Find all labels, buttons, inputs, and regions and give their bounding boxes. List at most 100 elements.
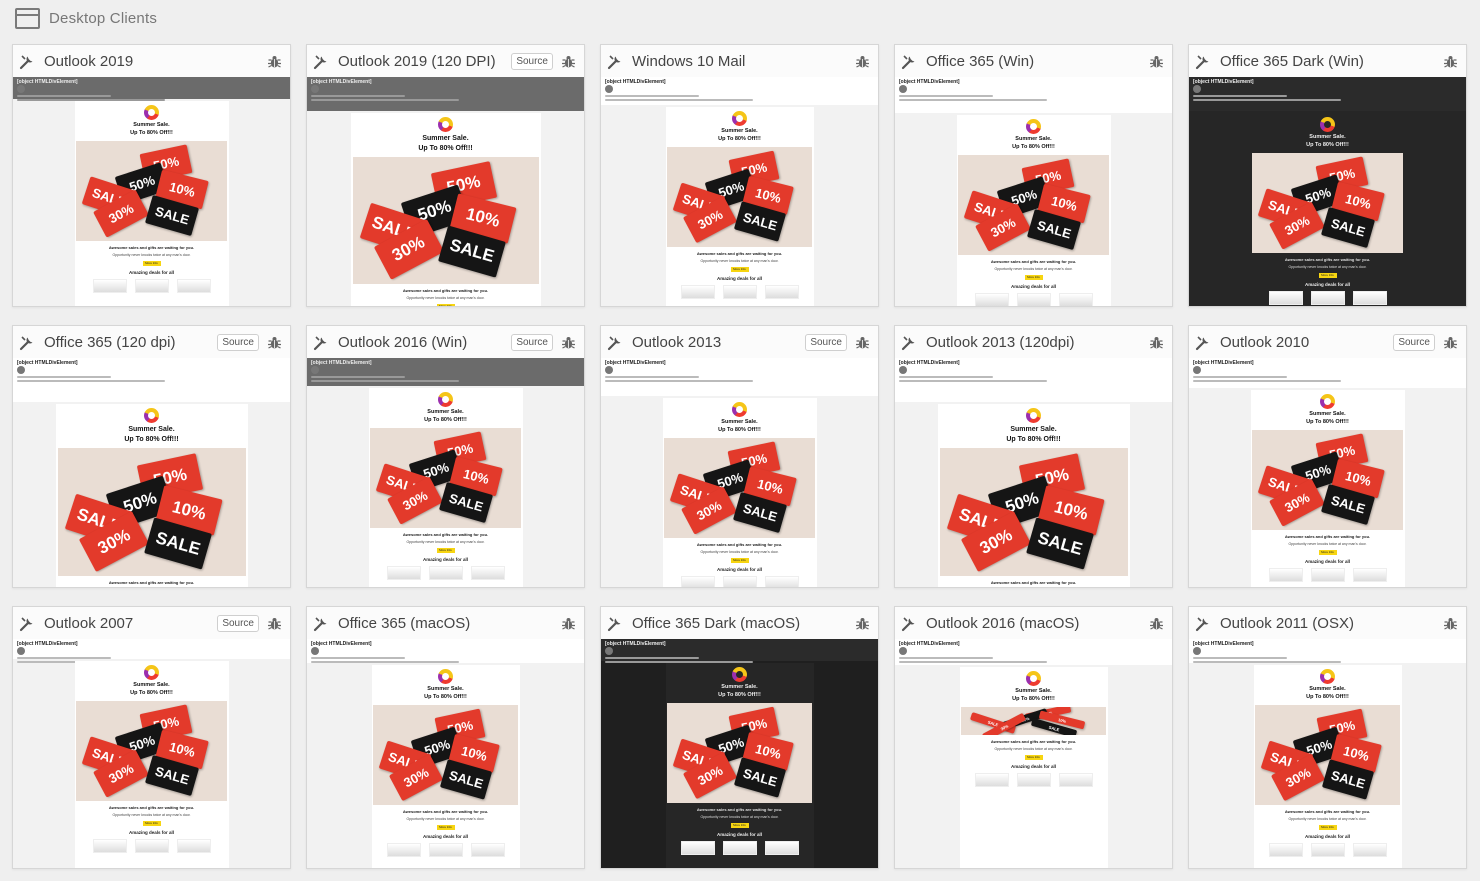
client-card[interactable]: Office 365 Dark (macOS) [object HTMLDivEl…: [600, 606, 879, 869]
tools-icon[interactable]: [901, 615, 918, 632]
tools-icon[interactable]: [313, 615, 330, 632]
client-card[interactable]: Outlook 2019 (120 DPI) Source [object HTML…: [306, 44, 585, 307]
deals-heading: Amazing deals for all: [1010, 763, 1056, 769]
email-preview[interactable]: [object HTMLDivElement] Summer Sale. Up To…: [307, 77, 584, 306]
bug-report-icon[interactable]: [1149, 335, 1164, 350]
email-preview[interactable]: [object HTMLDivElement] Summer Sale. Up To…: [13, 77, 290, 306]
more-info-button[interactable]: More Info: [1024, 274, 1043, 280]
client-card[interactable]: Outlook 2013 (120dpi) [object HTMLDivElem…: [894, 325, 1173, 588]
client-card[interactable]: Outlook 2019 [object HTMLDivElement] Summe…: [12, 44, 291, 307]
more-info-button[interactable]: More Info: [1024, 754, 1043, 760]
tools-icon[interactable]: [313, 334, 330, 351]
bug-report-icon[interactable]: [561, 616, 576, 631]
card-header: Outlook 2010 Source: [1189, 326, 1466, 358]
tools-icon[interactable]: [901, 53, 918, 70]
headline: Summer Sale.: [1309, 686, 1346, 692]
bug-report-icon[interactable]: [561, 335, 576, 350]
bug-report-icon[interactable]: [1149, 54, 1164, 69]
source-button[interactable]: Source: [217, 333, 259, 351]
tools-icon[interactable]: [607, 334, 624, 351]
bug-report-icon[interactable]: [267, 335, 282, 350]
more-info-button[interactable]: More Info: [730, 822, 749, 828]
client-card[interactable]: Office 365 (120 dpi) Source [object HTMLDi…: [12, 325, 291, 588]
source-button[interactable]: Source: [511, 52, 553, 70]
bug-report-icon[interactable]: [1443, 335, 1458, 350]
more-info-button[interactable]: More Info: [436, 304, 455, 306]
tagline: Awesome sales and gifts are waiting for …: [402, 808, 489, 814]
bug-report-icon[interactable]: [1149, 616, 1164, 631]
email-preview[interactable]: [object HTMLDivElement] Summer Sale. Up To…: [1189, 639, 1466, 868]
email-preview[interactable]: [object HTMLDivElement] Summer Sale. Up To…: [601, 639, 878, 868]
bug-report-icon[interactable]: [855, 335, 870, 350]
client-card[interactable]: Outlook 2007 Source [object HTMLDivElement…: [12, 606, 291, 869]
offer: Up To 80% Off!!!: [130, 689, 173, 696]
email-preview[interactable]: [object HTMLDivElement] Summer Sale. Up To…: [13, 358, 290, 587]
subline: Opportunity never knocks twice at any ma…: [112, 252, 191, 257]
email-preview[interactable]: [object HTMLDivElement] Summer Sale. Up To…: [895, 77, 1172, 306]
source-button[interactable]: Source: [217, 614, 259, 632]
more-info-button[interactable]: More Info: [1318, 549, 1337, 555]
more-info-button[interactable]: More Info: [142, 820, 161, 826]
more-info-button[interactable]: More Info: [1318, 824, 1337, 830]
bug-report-icon[interactable]: [267, 54, 282, 69]
more-info-button[interactable]: More Info: [1318, 272, 1337, 278]
email-preview[interactable]: [object HTMLDivElement] Summer Sale. Up To…: [13, 639, 290, 868]
client-card[interactable]: Outlook 2013 Source [object HTMLDivElement…: [600, 325, 879, 588]
tools-icon[interactable]: [607, 615, 624, 632]
email-preview[interactable]: [object HTMLDivElement] Summer Sale. Up To…: [1189, 358, 1466, 587]
offer: Up To 80% Off!!!: [424, 416, 467, 423]
card-header: Office 365 (Win): [895, 45, 1172, 77]
client-card[interactable]: Office 365 Dark (Win) [object HTMLDivElem…: [1188, 44, 1467, 307]
tools-icon[interactable]: [1195, 334, 1212, 351]
bug-report-icon[interactable]: [561, 54, 576, 69]
email-preview[interactable]: [object HTMLDivElement] Summer Sale. Up To…: [307, 358, 584, 587]
more-info-button[interactable]: More Info: [730, 557, 749, 563]
email-preview[interactable]: [object HTMLDivElement] Summer Sale. Up To…: [895, 358, 1172, 587]
tools-icon[interactable]: [313, 53, 330, 70]
bug-report-icon[interactable]: [1443, 54, 1458, 69]
source-button[interactable]: Source: [1393, 333, 1435, 351]
bug-report-icon[interactable]: [1443, 616, 1458, 631]
email-body: Summer Sale. Up To 80% Off!!! 50%50%SALE10…: [937, 404, 1130, 587]
more-info-button[interactable]: More Info: [436, 547, 455, 553]
source-button[interactable]: Source: [805, 333, 847, 351]
email-preview[interactable]: [object HTMLDivElement] Summer Sale. Up To…: [895, 639, 1172, 868]
product-row: [666, 840, 814, 855]
tools-icon[interactable]: [901, 334, 918, 351]
client-card[interactable]: Windows 10 Mail [object HTMLDivElement] Su…: [600, 44, 879, 307]
tools-icon[interactable]: [19, 615, 36, 632]
email-preview[interactable]: [object HTMLDivElement] Summer Sale. Up To…: [307, 639, 584, 868]
sale-hero-image: 50%50%SALE10%30%SALE: [370, 427, 521, 528]
client-card[interactable]: Outlook 2016 (macOS) [object HTMLDivEleme…: [894, 606, 1173, 869]
offer: Up To 80% Off!!!: [1306, 693, 1349, 700]
headline: Summer Sale.: [427, 686, 464, 692]
tools-icon[interactable]: [1195, 615, 1212, 632]
bug-report-icon[interactable]: [267, 616, 282, 631]
tools-icon[interactable]: [19, 334, 36, 351]
tagline: Awesome sales and gifts are waiting for …: [696, 250, 783, 256]
headline: Summer Sale.: [1309, 134, 1346, 140]
deals-heading: Amazing deals for all: [1304, 833, 1350, 839]
tools-icon[interactable]: [19, 53, 36, 70]
client-name: Outlook 2011 (OSX): [1220, 614, 1354, 632]
bug-report-icon[interactable]: [855, 54, 870, 69]
client-card[interactable]: Outlook 2011 (OSX) [object HTMLDivElement…: [1188, 606, 1467, 869]
client-card[interactable]: Office 365 (macOS) [object HTMLDivElement…: [306, 606, 585, 869]
more-info-button[interactable]: More Info: [142, 260, 161, 266]
bug-report-icon[interactable]: [855, 616, 870, 631]
client-card[interactable]: Outlook 2010 Source [object HTMLDivElement…: [1188, 325, 1467, 588]
brand-logo-icon: [1320, 669, 1335, 684]
tools-icon[interactable]: [1195, 53, 1212, 70]
client-header-bar: [object HTMLDivElement]: [307, 639, 584, 663]
deals-heading: Amazing deals for all: [1304, 558, 1350, 564]
source-button[interactable]: Source: [511, 333, 553, 351]
email-preview[interactable]: [object HTMLDivElement] Summer Sale. Up To…: [1189, 77, 1466, 306]
email-preview[interactable]: [object HTMLDivElement] Summer Sale. Up To…: [601, 77, 878, 306]
more-info-button[interactable]: More Info: [436, 824, 455, 830]
tools-icon[interactable]: [607, 53, 624, 70]
client-card[interactable]: Office 365 (Win) [object HTMLDivElement] S…: [894, 44, 1173, 307]
brand-logo-icon: [732, 111, 747, 126]
client-card[interactable]: Outlook 2016 (Win) Source [object HTMLDivE…: [306, 325, 585, 588]
email-preview[interactable]: [object HTMLDivElement] Summer Sale. Up To…: [601, 358, 878, 587]
more-info-button[interactable]: More Info: [730, 266, 749, 272]
